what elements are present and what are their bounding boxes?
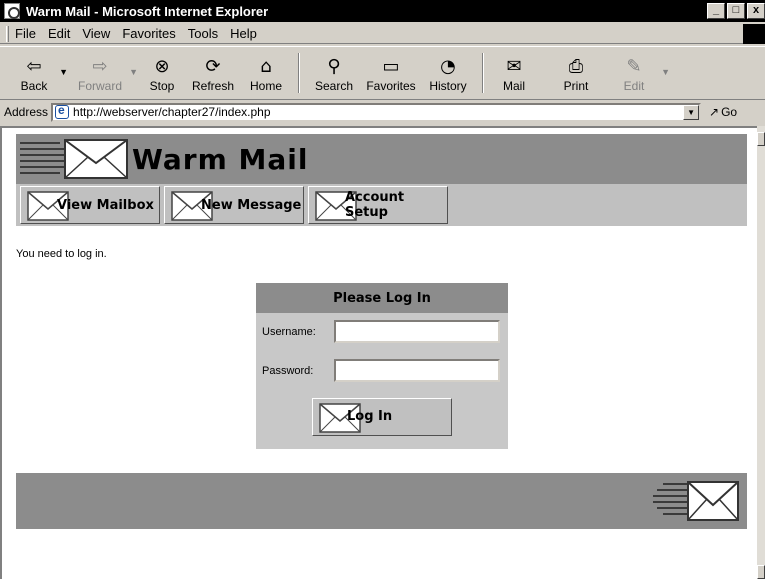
vertical-scrollbar[interactable] bbox=[757, 126, 765, 579]
username-row: Username: bbox=[262, 320, 500, 343]
page-icon bbox=[55, 103, 70, 119]
new-message-button[interactable]: New Message bbox=[164, 186, 304, 224]
login-button[interactable]: Log In bbox=[312, 398, 452, 436]
search-icon: ⚲ bbox=[327, 56, 341, 77]
home-label: Home bbox=[249, 79, 282, 93]
minimize-button[interactable]: _ bbox=[707, 3, 725, 19]
maximize-button[interactable]: □ bbox=[727, 3, 745, 19]
scroll-up-button[interactable] bbox=[757, 132, 765, 146]
search-button[interactable]: ⚲ Search bbox=[308, 47, 360, 99]
forward-arrow-icon: ⇨ bbox=[92, 56, 108, 77]
view-mailbox-button[interactable]: View Mailbox bbox=[20, 186, 160, 224]
password-row: Password: bbox=[262, 359, 500, 382]
go-label: Go bbox=[721, 105, 738, 119]
favorites-button[interactable]: ▭ Favorites bbox=[360, 47, 422, 99]
mail-label: Mail bbox=[502, 79, 525, 93]
print-button[interactable]: ⎙ Print bbox=[556, 47, 596, 99]
site-nav: View Mailbox New Message Account Setup bbox=[16, 184, 747, 226]
site-header: Warm Mail bbox=[16, 134, 747, 184]
mail-icon: ✉ bbox=[506, 56, 522, 77]
toolbar-separator bbox=[482, 53, 484, 93]
page-content: Warm Mail View Mailbox New Message Accou… bbox=[0, 126, 757, 579]
favorites-folder-icon: ▭ bbox=[382, 56, 400, 77]
search-label: Search bbox=[314, 79, 354, 93]
back-button[interactable]: ⇦ Back ▼ bbox=[10, 47, 68, 99]
edit-dropdown-icon[interactable]: ▼ bbox=[661, 67, 670, 77]
window-controls: _ □ x bbox=[707, 3, 765, 19]
history-clock-icon: ◔ bbox=[440, 56, 456, 77]
history-button[interactable]: ◔ History bbox=[422, 47, 474, 99]
toolbar-separator bbox=[298, 53, 300, 93]
standard-toolbar: ⇦ Back ▼ ⇨ Forward ▼ ⊗ Stop ⟳ Refresh ⌂ … bbox=[0, 46, 765, 100]
windows-logo-throbber bbox=[743, 24, 765, 44]
print-label: Print bbox=[563, 79, 589, 93]
refresh-icon: ⟳ bbox=[205, 56, 221, 77]
refresh-label: Refresh bbox=[191, 79, 235, 93]
site-title: Warm Mail bbox=[132, 142, 309, 176]
window-titlebar: Warm Mail - Microsoft Internet Explorer … bbox=[0, 0, 765, 22]
back-dropdown-icon[interactable]: ▼ bbox=[59, 67, 68, 77]
address-label: Address bbox=[4, 105, 49, 119]
ie-logo-icon bbox=[4, 3, 20, 19]
stop-icon: ⊗ bbox=[154, 56, 170, 77]
menu-view[interactable]: View bbox=[82, 26, 110, 41]
envelope-logo-icon bbox=[20, 136, 130, 182]
username-input[interactable] bbox=[334, 320, 500, 343]
home-icon: ⌂ bbox=[260, 56, 272, 77]
login-heading: Please Log In bbox=[256, 283, 508, 313]
stop-button[interactable]: ⊗ Stop bbox=[140, 47, 184, 99]
scroll-down-button[interactable] bbox=[757, 565, 765, 579]
address-url: http://webserver/chapter27/index.php bbox=[73, 105, 271, 119]
address-dropdown-icon[interactable]: ▼ bbox=[683, 104, 700, 120]
nav-label: New Message bbox=[201, 197, 302, 213]
site-footer bbox=[16, 473, 747, 529]
forward-label: Forward bbox=[77, 79, 122, 93]
back-arrow-icon: ⇦ bbox=[26, 56, 42, 77]
edit-label: Edit bbox=[623, 79, 645, 93]
address-input[interactable]: http://webserver/chapter27/index.php ▼ bbox=[51, 102, 702, 122]
menu-help[interactable]: Help bbox=[230, 26, 257, 41]
favorites-label: Favorites bbox=[366, 79, 416, 93]
menu-tools[interactable]: Tools bbox=[188, 26, 218, 41]
menu-file[interactable]: File bbox=[15, 26, 36, 41]
nav-label: View Mailbox bbox=[57, 197, 154, 213]
refresh-button[interactable]: ⟳ Refresh bbox=[184, 47, 242, 99]
address-bar: Address http://webserver/chapter27/index… bbox=[0, 101, 765, 123]
menu-edit[interactable]: Edit bbox=[48, 26, 70, 41]
login-required-message: You need to log in. bbox=[16, 248, 107, 260]
edit-button[interactable]: ✎ Edit ▼ bbox=[616, 47, 670, 99]
account-setup-button[interactable]: Account Setup bbox=[308, 186, 448, 224]
envelope-logo-icon bbox=[649, 479, 739, 523]
login-button-label: Log In bbox=[347, 409, 393, 424]
menu-bar: File Edit View Favorites Tools Help bbox=[0, 24, 765, 44]
back-label: Back bbox=[20, 79, 48, 93]
forward-button[interactable]: ⇨ Forward ▼ bbox=[72, 47, 138, 99]
go-button[interactable]: ↗ Go bbox=[709, 105, 737, 119]
login-form: Please Log In Username: Password: Log In bbox=[256, 283, 508, 449]
envelope-icon bbox=[64, 139, 128, 179]
edit-icon: ✎ bbox=[626, 56, 642, 77]
go-arrow-icon: ↗ bbox=[709, 105, 720, 119]
stop-label: Stop bbox=[149, 79, 175, 93]
menu-favorites[interactable]: Favorites bbox=[122, 26, 175, 41]
password-input[interactable] bbox=[334, 359, 500, 382]
history-label: History bbox=[429, 79, 467, 93]
nav-label: Account Setup bbox=[345, 190, 405, 220]
close-button[interactable]: x bbox=[747, 3, 765, 19]
mail-button[interactable]: ✉ Mail bbox=[492, 47, 536, 99]
printer-icon: ⎙ bbox=[568, 56, 584, 77]
window-title: Warm Mail - Microsoft Internet Explorer bbox=[26, 3, 269, 19]
home-button[interactable]: ⌂ Home bbox=[242, 47, 290, 99]
password-label: Password: bbox=[262, 364, 314, 377]
menu-grip bbox=[6, 25, 9, 42]
username-label: Username: bbox=[262, 325, 316, 338]
envelope-icon bbox=[687, 481, 739, 521]
forward-dropdown-icon[interactable]: ▼ bbox=[129, 67, 138, 77]
